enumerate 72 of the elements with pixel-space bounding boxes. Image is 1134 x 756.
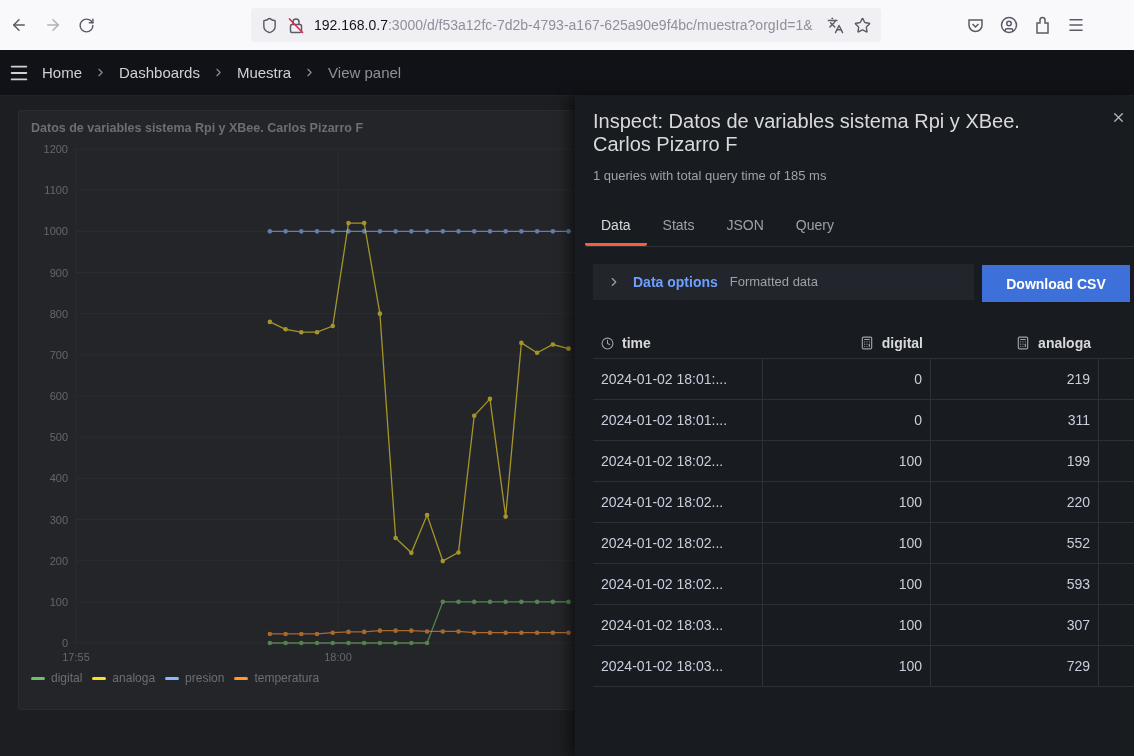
panel-title: Datos de variables sistema Rpi y XBee. Carlos Pizarro F [31, 121, 365, 135]
data-options-bar[interactable]: Data options Formatted data [593, 263, 974, 300]
table-cell: 0 [763, 359, 931, 400]
table-cell: 100 [763, 523, 931, 564]
axis-label: 300 [49, 513, 68, 526]
star-icon[interactable] [854, 16, 871, 34]
axis-label: 400 [49, 472, 68, 485]
table-cell: 100 [763, 646, 931, 687]
table-cell: 199 [931, 441, 1099, 482]
query-summary: 1 queries with total query time of 185 ms [593, 168, 828, 183]
table-cell: 2024-01-02 18:01:... [593, 400, 763, 441]
axis-label: 0 [61, 637, 68, 649]
table-cell: 552 [931, 523, 1099, 564]
data-options-label[interactable]: Data options [633, 273, 718, 290]
address-bar[interactable]: 192.168.0.7:3000/d/f53a12fc-7d2b-4793-a167-625a90e9f4bc/muestra?orgId=1& [251, 8, 881, 42]
table-cell: 2024-01-02 18:02... [593, 564, 763, 605]
table-cell: 100 [763, 482, 931, 523]
reload-icon[interactable] [78, 16, 95, 34]
tab[interactable]: Stats [646, 217, 711, 246]
clock-icon [601, 336, 614, 350]
axis-label: 700 [49, 348, 68, 361]
breadcrumb-link[interactable]: Muestra [236, 64, 292, 81]
breadcrumb-link[interactable]: Home [42, 64, 82, 81]
column-header[interactable]: digital [763, 328, 931, 359]
table-cell: 219 [931, 359, 1099, 400]
table-cell: 100 [763, 564, 931, 605]
column-header[interactable]: analoga [931, 328, 1099, 359]
column-header[interactable]: time [593, 328, 763, 359]
axis-label: 1100 [44, 184, 68, 197]
options-summary: Formatted data [729, 274, 818, 289]
number-icon [859, 336, 874, 350]
tab[interactable]: JSON [710, 217, 780, 246]
table-cell: 0 [763, 400, 931, 441]
table-cell: 100 [763, 441, 931, 482]
table-cell: 2024-01-02 18:02... [593, 523, 763, 564]
axis-label: 100 [49, 595, 68, 608]
shield-icon[interactable] [261, 16, 278, 34]
drawer-title: Inspect: Datos de variables sistema Rpi y XBee. Carlos Pizarro F [593, 110, 1021, 156]
url-text: 192.168.0.7:3000/d/f53a12fc-7d2b-4793-a167-625a90e9f4bc/muestra?orgId=1& [314, 17, 814, 33]
breadcrumb-link[interactable]: View panel [328, 64, 402, 81]
axis-label: 800 [49, 307, 68, 320]
back-icon[interactable] [10, 16, 28, 34]
lock-icon[interactable] [288, 16, 304, 34]
table-cell: 729 [931, 646, 1099, 687]
tab[interactable]: Data [585, 217, 647, 246]
menu-icon[interactable] [1067, 16, 1085, 34]
axis-label: 1000 [43, 225, 68, 238]
table-cell: 311 [931, 400, 1099, 441]
table-cell: 2024-01-02 18:03... [593, 605, 763, 646]
axis-label: 900 [49, 266, 68, 279]
table-cell: 2024-01-02 18:02... [593, 441, 763, 482]
number-icon [1016, 336, 1031, 350]
breadcrumb-link[interactable]: Dashboards [119, 64, 200, 81]
table-cell: 220 [931, 482, 1099, 523]
download-button[interactable]: Download CSV [982, 265, 1130, 302]
table-cell: 307 [931, 605, 1099, 646]
account-icon[interactable] [1000, 16, 1018, 34]
axis-label: 17:55 [62, 651, 90, 663]
translate-icon[interactable] [827, 16, 844, 34]
table-cell: 2024-01-02 18:02... [593, 482, 763, 523]
table-cell: 593 [931, 564, 1099, 605]
axis-label: 200 [49, 554, 68, 567]
table-cell: 100 [763, 605, 931, 646]
axis-label: 1200 [43, 143, 68, 155]
table-cell: 2024-01-02 18:03... [593, 646, 763, 687]
extensions-icon[interactable] [1034, 16, 1051, 34]
axis-label: 18:00 [324, 651, 352, 663]
pocket-icon[interactable] [967, 16, 984, 34]
axis-label: 500 [49, 431, 68, 444]
table-cell: 2024-01-02 18:01:... [593, 359, 763, 400]
axis-label: 600 [49, 390, 68, 402]
tab[interactable]: Query [779, 217, 850, 246]
